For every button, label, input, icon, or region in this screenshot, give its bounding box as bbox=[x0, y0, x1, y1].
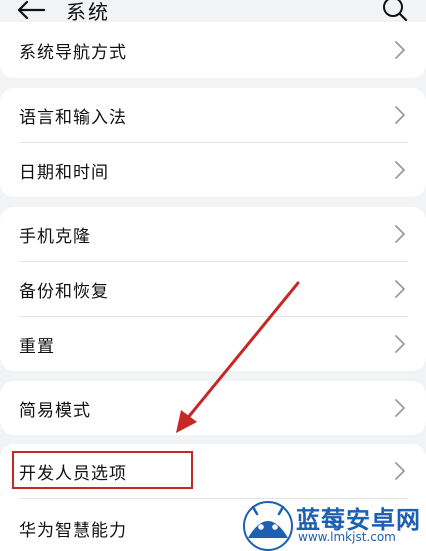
settings-item-label: 华为智慧能力 bbox=[19, 521, 127, 541]
settings-screen: 系统 系统导航方式 语言和输入法 日期和时间 手机克隆 备份和恢复 重置 简易模… bbox=[0, 0, 426, 551]
settings-item-label: 系统导航方式 bbox=[19, 43, 127, 63]
settings-item-language-input[interactable]: 语言和输入法 bbox=[0, 88, 426, 142]
settings-item-date-time[interactable]: 日期和时间 bbox=[0, 143, 426, 197]
settings-group-navigation: 系统导航方式 bbox=[0, 22, 426, 78]
settings-group-language-time: 语言和输入法 日期和时间 bbox=[0, 88, 426, 197]
chevron-right-icon bbox=[395, 335, 405, 353]
settings-item-reset[interactable]: 重置 bbox=[0, 317, 426, 371]
chevron-right-icon bbox=[395, 280, 405, 298]
chevron-right-icon bbox=[395, 106, 405, 124]
settings-item-phone-clone[interactable]: 手机克隆 bbox=[0, 207, 426, 261]
settings-item-label: 简易模式 bbox=[19, 401, 91, 421]
settings-group-backup-reset: 手机克隆 备份和恢复 重置 bbox=[0, 207, 426, 371]
chevron-right-icon bbox=[395, 225, 405, 243]
watermark-url: www.lmkjst.com bbox=[298, 530, 396, 544]
settings-item-label: 手机克隆 bbox=[19, 227, 91, 247]
settings-group-simple-mode: 简易模式 bbox=[0, 381, 426, 435]
search-icon[interactable] bbox=[380, 0, 410, 22]
settings-item-backup-restore[interactable]: 备份和恢复 bbox=[0, 262, 426, 316]
settings-item-system-navigation[interactable]: 系统导航方式 bbox=[0, 22, 426, 78]
site-watermark: 蓝莓安卓网 www.lmkjst.com bbox=[240, 496, 426, 551]
settings-item-simple-mode[interactable]: 简易模式 bbox=[0, 381, 426, 435]
android-robot-icon bbox=[243, 501, 293, 551]
chevron-right-icon bbox=[395, 462, 405, 480]
back-arrow-icon[interactable] bbox=[16, 0, 46, 20]
settings-item-label: 日期和时间 bbox=[19, 163, 109, 183]
settings-item-label: 语言和输入法 bbox=[19, 108, 127, 128]
chevron-right-icon bbox=[395, 399, 405, 417]
chevron-right-icon bbox=[395, 41, 405, 59]
chevron-right-icon bbox=[395, 161, 405, 179]
settings-item-label: 重置 bbox=[19, 337, 55, 357]
settings-item-label: 备份和恢复 bbox=[19, 282, 109, 302]
annotation-highlight-box bbox=[12, 451, 193, 489]
